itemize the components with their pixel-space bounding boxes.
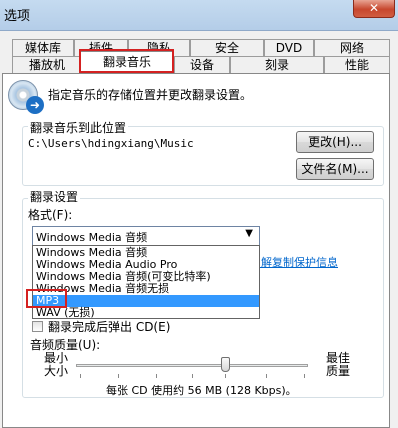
slider-tick — [266, 374, 267, 378]
window-title: 选项 — [4, 9, 31, 24]
mp3-highlight — [26, 289, 67, 308]
window-titlebar: 选项 ✕ — [0, 0, 398, 31]
location-group-title: 翻录音乐到此位置 — [28, 119, 129, 136]
rip-path: C:\Users\hdingxiang\Music — [28, 137, 194, 150]
rip-tab-highlight — [79, 49, 174, 73]
tab-network[interactable]: 网络 — [314, 39, 390, 56]
tab-burn[interactable]: 刻录 — [230, 56, 324, 74]
slider-tick — [192, 374, 193, 378]
eject-label: 翻录完成后弹出 CD(E) — [48, 320, 171, 334]
slider-tick — [225, 374, 226, 378]
quality-slider-track[interactable] — [76, 364, 308, 367]
change-location-button[interactable]: 更改(H)... — [296, 131, 374, 153]
quality-slider-thumb[interactable] — [221, 357, 230, 372]
slider-tick — [304, 374, 305, 378]
tab-library[interactable]: 媒体库 — [12, 39, 74, 56]
eject-checkbox[interactable] — [32, 321, 43, 332]
settings-group-title: 翻录设置 — [28, 188, 81, 205]
format-label: 格式(F): — [28, 208, 73, 222]
quality-info: 每张 CD 使用约 56 MB (128 Kbps)。 — [106, 384, 297, 397]
rip-arrow-icon: ➜ — [26, 96, 44, 114]
quality-min-label: 最小 大小 — [44, 351, 69, 378]
chevron-down-icon[interactable]: ▼ — [245, 228, 253, 239]
close-button[interactable]: ✕ — [353, 0, 395, 18]
format-option-wav[interactable]: WAV (无损) — [33, 307, 259, 319]
intro-text: 指定音乐的存储位置并更改翻录设置。 — [48, 88, 253, 102]
slider-tick — [156, 374, 157, 378]
format-select[interactable]: Windows Media 音频 ▼ — [32, 226, 260, 246]
filename-button[interactable]: 文件名(M)... — [296, 158, 374, 180]
slider-tick — [80, 374, 81, 378]
tab-player[interactable]: 播放机 — [12, 56, 82, 74]
quality-max-label: 最佳 质量 — [326, 351, 351, 378]
tab-performance[interactable]: 性能 — [324, 56, 390, 74]
format-select-value: Windows Media 音频 — [36, 231, 148, 244]
tab-security[interactable]: 安全 — [190, 39, 264, 56]
copy-protection-link[interactable]: 了解复制保护信息 — [258, 254, 338, 270]
tab-devices[interactable]: 设备 — [174, 56, 230, 74]
slider-tick — [118, 374, 119, 378]
tab-dvd[interactable]: DVD — [264, 39, 314, 56]
